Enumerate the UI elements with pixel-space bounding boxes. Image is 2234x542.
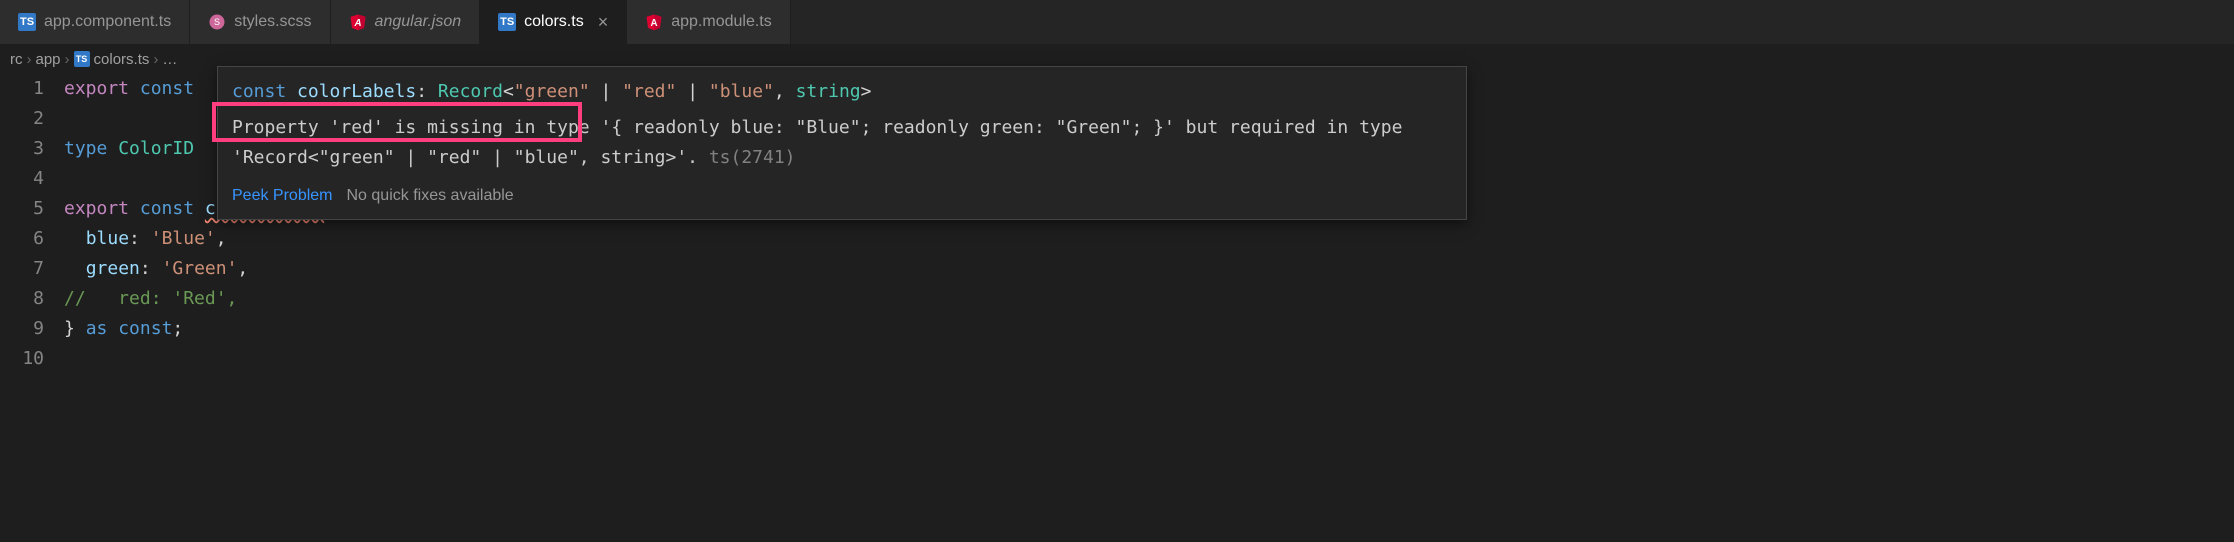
error-code: ts(2741): [709, 147, 796, 168]
type-record: Record: [438, 81, 503, 102]
angular-icon: A: [349, 13, 367, 31]
code-line[interactable]: blue: 'Blue',: [64, 224, 2234, 254]
typescript-icon: TS: [74, 51, 90, 67]
keyword-type: type: [64, 138, 107, 159]
property-green: green: [86, 258, 140, 279]
chevron-right-icon: ›: [65, 51, 70, 68]
indent: [64, 228, 86, 249]
space: [107, 318, 118, 339]
punct: ,: [774, 81, 796, 102]
line-number: 1: [0, 74, 44, 104]
svg-text:A: A: [353, 18, 361, 29]
punct: :: [129, 228, 151, 249]
error-text: in type '{ readonly blue: "Blue"; readon…: [514, 117, 1359, 138]
punct: >: [861, 81, 872, 102]
line-number: 8: [0, 284, 44, 314]
line-number: 3: [0, 134, 44, 164]
breadcrumb-segment[interactable]: colors.ts: [94, 51, 150, 68]
string-literal: "green": [514, 81, 590, 102]
punct: :: [140, 258, 162, 279]
line-number: 9: [0, 314, 44, 344]
error-property: 'red': [330, 117, 384, 138]
punct: }: [64, 318, 75, 339]
keyword-const: const: [140, 78, 194, 99]
tab-label: colors.ts: [524, 13, 584, 31]
tab-app-module[interactable]: A app.module.ts: [627, 0, 791, 44]
tab-label: app.module.ts: [671, 13, 772, 31]
tab-label: angular.json: [375, 13, 462, 31]
chevron-right-icon: ›: [27, 51, 32, 68]
line-number-gutter: 1 2 3 4 5 6 7 8 9 10: [0, 74, 64, 542]
code-line[interactable]: green: 'Green',: [64, 254, 2234, 284]
tab-app-component[interactable]: TS app.component.ts: [0, 0, 190, 44]
hover-actions: Peek Problem No quick fixes available: [232, 181, 1452, 211]
line-number: 4: [0, 164, 44, 194]
line-number: 2: [0, 104, 44, 134]
keyword-export: export: [64, 198, 129, 219]
svg-text:A: A: [651, 18, 658, 29]
keyword-const: const: [232, 81, 286, 102]
tab-angular-json[interactable]: A angular.json: [331, 0, 481, 44]
keyword-as: as: [86, 318, 108, 339]
hover-error-message: Property 'red' is missing in type '{ rea…: [232, 113, 1452, 173]
punct: ,: [237, 258, 248, 279]
breadcrumb-segment[interactable]: app: [36, 51, 61, 68]
comment: // red: 'Red',: [64, 288, 237, 309]
tab-label: styles.scss: [234, 13, 311, 31]
breadcrumb-segment[interactable]: rc: [10, 51, 23, 68]
tab-styles-scss[interactable]: S styles.scss: [190, 0, 330, 44]
tab-label: app.component.ts: [44, 13, 171, 31]
keyword-const: const: [140, 198, 194, 219]
scss-icon: S: [208, 13, 226, 31]
error-text: Property: [232, 117, 330, 138]
error-text: is missing: [384, 117, 514, 138]
editor[interactable]: 1 2 3 4 5 6 7 8 9 10 export const type C…: [0, 74, 2234, 542]
svg-text:S: S: [214, 17, 220, 27]
line-number: 6: [0, 224, 44, 254]
punct: <: [503, 81, 514, 102]
typescript-icon: TS: [498, 13, 516, 31]
breadcrumb-segment[interactable]: …: [162, 51, 177, 68]
typescript-icon: TS: [18, 13, 36, 31]
string-literal: "blue": [709, 81, 774, 102]
indent: [64, 258, 86, 279]
tab-bar: TS app.component.ts S styles.scss A angu…: [0, 0, 2234, 44]
chevron-right-icon: ›: [153, 51, 158, 68]
hover-signature: const colorLabels: Record<"green" | "red…: [232, 77, 1452, 107]
punct: |: [590, 81, 623, 102]
code-line[interactable]: [64, 344, 2234, 374]
punct: ;: [172, 318, 183, 339]
hover-tooltip: const colorLabels: Record<"green" | "red…: [217, 66, 1467, 220]
keyword-export: export: [64, 78, 129, 99]
angular-icon: A: [645, 13, 663, 31]
close-icon[interactable]: ×: [598, 12, 609, 33]
identifier: colorLabels: [286, 81, 416, 102]
type-string: string: [796, 81, 861, 102]
peek-problem-link[interactable]: Peek Problem: [232, 181, 333, 211]
code-line[interactable]: // red: 'Red',: [64, 284, 2234, 314]
string-literal: 'Green': [162, 258, 238, 279]
line-number: 5: [0, 194, 44, 224]
punct: ,: [216, 228, 227, 249]
string-literal: 'Blue': [151, 228, 216, 249]
punct: |: [676, 81, 709, 102]
tab-colors-ts[interactable]: TS colors.ts ×: [480, 0, 627, 44]
type-name: ColorID: [118, 138, 194, 159]
keyword-const: const: [118, 318, 172, 339]
punct: :: [416, 81, 438, 102]
string-literal: "red": [622, 81, 676, 102]
space: [75, 318, 86, 339]
code-line[interactable]: } as const;: [64, 314, 2234, 344]
property-blue: blue: [86, 228, 129, 249]
line-number: 10: [0, 344, 44, 374]
code-area[interactable]: export const type ColorID export const c…: [64, 74, 2234, 542]
no-quick-fix-label: No quick fixes available: [347, 181, 514, 211]
line-number: 7: [0, 254, 44, 284]
